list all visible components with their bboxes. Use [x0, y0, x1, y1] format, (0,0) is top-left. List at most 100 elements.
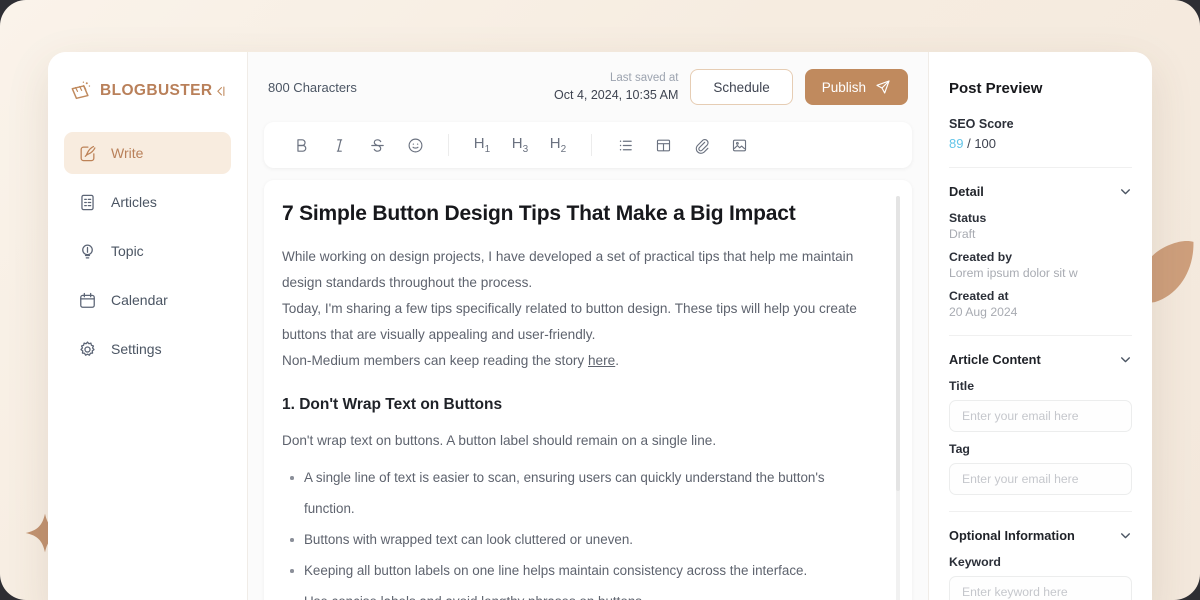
- tag-field-label: Tag: [949, 442, 970, 456]
- bold-icon: [296, 138, 306, 152]
- editor-header: 800 Characters Last saved at Oct 4, 2024…: [264, 52, 912, 122]
- strikethrough-button[interactable]: [358, 128, 396, 162]
- post-preview-title: Post Preview: [949, 80, 1043, 97]
- gear-icon: [80, 340, 95, 356]
- document-lines-icon: [81, 194, 94, 210]
- formatting-toolbar: H1 H3 H2: [264, 122, 912, 168]
- list-item: Buttons with wrapped text can look clutt…: [282, 524, 868, 555]
- app-window: BLOGBUSTER Write Articles Topic Calendar…: [48, 52, 1152, 600]
- italic-button[interactable]: [320, 128, 358, 162]
- sidebar-item-topic[interactable]: Topic: [64, 230, 231, 272]
- tag-input[interactable]: [949, 463, 1132, 495]
- collapse-sidebar-button[interactable]: [213, 80, 228, 102]
- document-card: 7 Simple Button Design Tips That Make a …: [264, 180, 912, 600]
- title-input[interactable]: [949, 400, 1132, 432]
- seo-score-value: 89 / 100: [949, 136, 1132, 151]
- document-paragraph: Today, I'm sharing a few tips specifical…: [282, 301, 857, 342]
- brand-name: BLOGBUSTER: [100, 82, 213, 99]
- sidebar-item-settings[interactable]: Settings: [64, 328, 231, 370]
- chevron-down-icon: [1121, 189, 1130, 195]
- heading-1-icon: H1: [473, 135, 491, 155]
- divider: [949, 167, 1132, 168]
- image-icon: [732, 139, 746, 151]
- last-saved-label: Last saved at: [610, 71, 679, 84]
- brand-row: BLOGBUSTER: [64, 80, 231, 102]
- sidebar: BLOGBUSTER Write Articles Topic Calendar…: [48, 52, 248, 600]
- attachment-icon: [695, 138, 709, 154]
- write-pen-icon: [80, 145, 96, 161]
- document-scrollbar-thumb[interactable]: [896, 196, 900, 492]
- created-by-value: Lorem ipsum dolor sit w: [949, 266, 1078, 280]
- heading-3-icon: H3: [511, 135, 529, 155]
- keyword-input[interactable]: [949, 576, 1132, 600]
- divider: [949, 511, 1132, 512]
- sidebar-item-articles[interactable]: Articles: [64, 181, 231, 223]
- calendar-icon: [80, 292, 95, 308]
- editor-header-actions: Last saved at Oct 4, 2024, 10:35 AM Sche…: [554, 69, 908, 105]
- detail-section-header[interactable]: Detail: [949, 184, 1132, 199]
- last-saved-time: Oct 4, 2024, 10:35 AM: [554, 88, 679, 103]
- toolbar-divider: [591, 134, 592, 156]
- bullet-list-button[interactable]: [606, 128, 644, 162]
- list-item: A single line of text is easier to scan,…: [282, 462, 868, 524]
- sidebar-item-calendar[interactable]: Calendar: [64, 279, 231, 321]
- page-backdrop: BLOGBUSTER Write Articles Topic Calendar…: [0, 0, 1200, 600]
- publish-button[interactable]: Publish: [804, 69, 908, 105]
- divider: [949, 335, 1132, 336]
- article-content-section-header[interactable]: Article Content: [949, 352, 1132, 367]
- optional-information-section-title: Optional Information: [949, 528, 1075, 543]
- sidebar-item-write[interactable]: Write: [64, 132, 231, 174]
- heading-1-button[interactable]: H1: [463, 128, 501, 162]
- sidebar-item-label: Calendar: [111, 292, 168, 308]
- brand-logo: BLOGBUSTER: [70, 80, 213, 102]
- chevron-down-icon: [1121, 357, 1130, 363]
- editor-column: 800 Characters Last saved at Oct 4, 2024…: [248, 52, 928, 600]
- document-scroll-area[interactable]: 7 Simple Button Design Tips That Make a …: [282, 202, 882, 600]
- heading-2-icon: H2: [549, 135, 567, 155]
- title-field-label: Title: [949, 379, 975, 393]
- seo-score-number: 89: [949, 136, 964, 151]
- lightbulb-icon: [82, 244, 93, 258]
- document-paragraph: Non-Medium members can keep reading the …: [282, 348, 868, 374]
- keyword-field-label: Keyword: [949, 555, 1001, 569]
- list-item: Keeping all button labels on one line he…: [282, 555, 868, 586]
- seo-score-total: / 100: [967, 136, 997, 151]
- bullet-list: A single line of text is easier to scan,…: [282, 462, 868, 600]
- document-scrollbar[interactable]: [896, 196, 900, 600]
- post-preview-panel: Post Preview SEO Score 89 / 100 Detail S…: [928, 52, 1152, 600]
- optional-information-section-header[interactable]: Optional Information: [949, 528, 1132, 543]
- chevron-down-icon: [1121, 533, 1130, 539]
- here-link[interactable]: here: [588, 353, 615, 368]
- heading-3-button[interactable]: H3: [501, 128, 539, 162]
- send-plane-icon: [876, 80, 890, 94]
- sidebar-item-label: Write: [111, 145, 144, 161]
- collapse-left-icon: [216, 86, 224, 96]
- emoji-button[interactable]: [396, 128, 434, 162]
- blogbuster-logo-icon: [71, 81, 91, 100]
- created-at-value: 20 Aug 2024: [949, 305, 1018, 319]
- table-button[interactable]: [644, 128, 682, 162]
- bullet-list-icon: [619, 140, 632, 150]
- last-saved-block: Last saved at Oct 4, 2024, 10:35 AM: [554, 70, 678, 105]
- section-heading: 1. Don't Wrap Text on Buttons: [282, 396, 503, 413]
- sidebar-item-label: Articles: [111, 194, 157, 210]
- created-by-label: Created by: [949, 250, 1012, 264]
- section-intro: Don't wrap text on buttons. A button lab…: [282, 433, 717, 448]
- attachment-button[interactable]: [682, 128, 720, 162]
- created-at-label: Created at: [949, 289, 1009, 303]
- status-value: Draft: [949, 227, 976, 241]
- bold-button[interactable]: [282, 128, 320, 162]
- article-content-section-title: Article Content: [949, 352, 1041, 367]
- seo-score-label: SEO Score: [949, 117, 1014, 131]
- heading-2-button[interactable]: H2: [539, 128, 577, 162]
- toolbar-divider: [448, 134, 449, 156]
- publish-button-label: Publish: [821, 79, 866, 95]
- table-icon: [656, 139, 670, 151]
- list-item: Use concise labels and avoid lengthy phr…: [282, 586, 868, 600]
- schedule-button[interactable]: Schedule: [690, 69, 793, 105]
- image-button[interactable]: [720, 128, 758, 162]
- sidebar-item-label: Topic: [111, 243, 144, 259]
- sidebar-item-label: Settings: [111, 341, 162, 357]
- document-title: 7 Simple Button Design Tips That Make a …: [282, 202, 796, 225]
- detail-section-title: Detail: [949, 184, 984, 199]
